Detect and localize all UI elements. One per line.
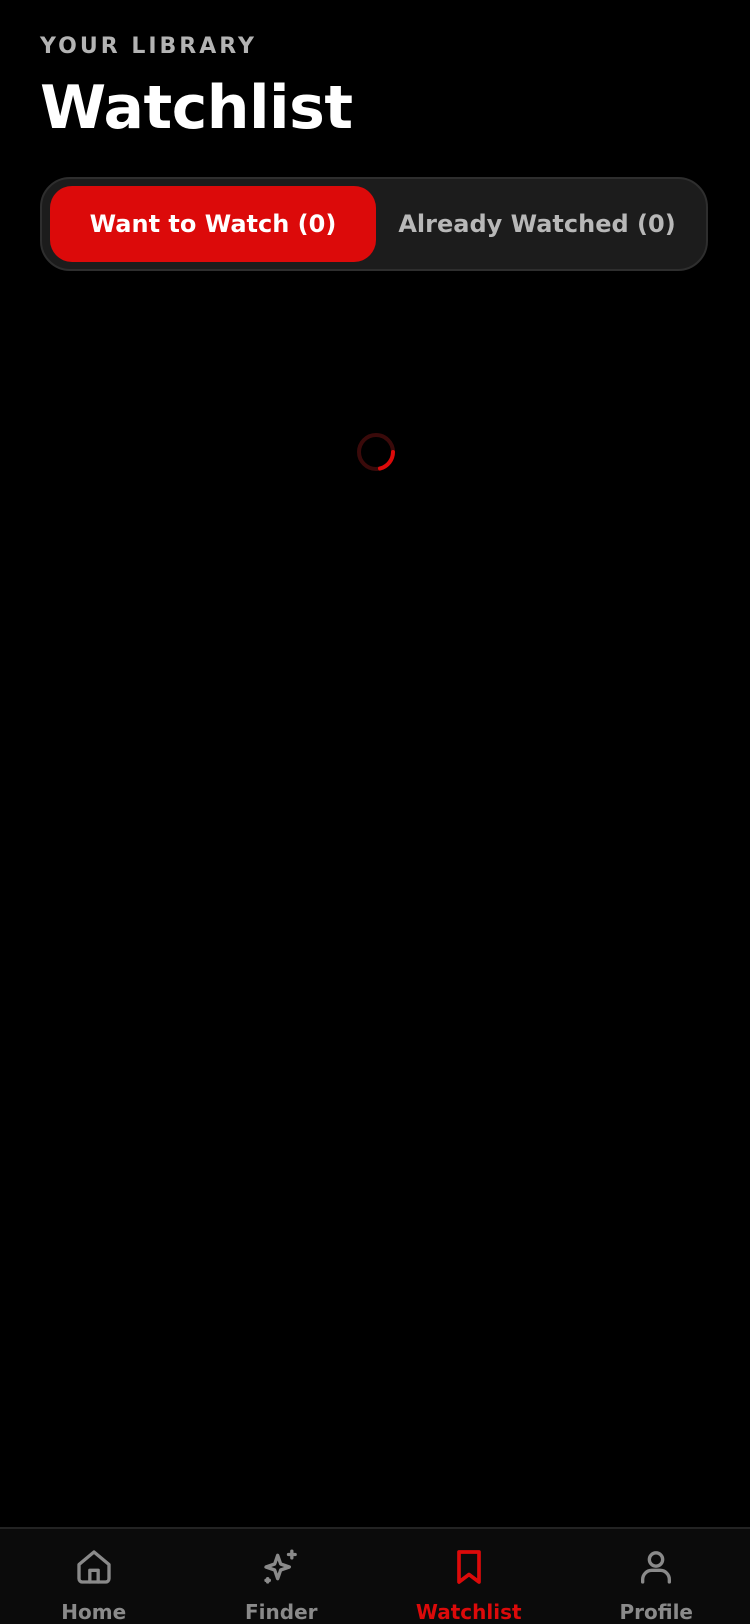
bookmark-icon [447, 1545, 491, 1588]
tabbar-label-profile: Profile [619, 1600, 693, 1624]
bottom-tab-bar: Home Finder Watchlist Profile [0, 1527, 750, 1624]
tabbar-item-watchlist[interactable]: Watchlist [375, 1529, 563, 1624]
tab-already-watched[interactable]: Already Watched (0) [376, 186, 698, 262]
spinner-icon [355, 431, 397, 473]
watchlist-segmented-control: Want to Watch (0) Already Watched (0) [40, 177, 708, 271]
sparkles-icon [259, 1545, 303, 1588]
page-title: Watchlist [40, 73, 353, 143]
home-icon [72, 1545, 116, 1588]
tabbar-item-profile[interactable]: Profile [563, 1529, 750, 1624]
page-header: YOUR LIBRARY Watchlist [40, 30, 353, 148]
user-icon [634, 1545, 678, 1588]
tabbar-label-finder: Finder [245, 1600, 318, 1624]
page-eyebrow: YOUR LIBRARY [40, 34, 257, 59]
tabbar-item-finder[interactable]: Finder [188, 1529, 376, 1624]
tab-want-to-watch[interactable]: Want to Watch (0) [50, 186, 376, 262]
tabbar-label-home: Home [61, 1600, 127, 1624]
tabbar-item-home[interactable]: Home [0, 1529, 188, 1624]
tabbar-label-watchlist: Watchlist [415, 1600, 522, 1624]
